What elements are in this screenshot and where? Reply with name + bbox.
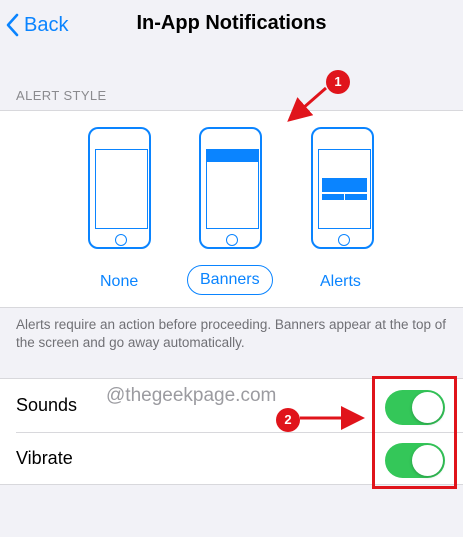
annotation-arrows (287, 86, 365, 430)
annotation-marker-1: 1 (326, 70, 350, 94)
annotation-marker-2: 2 (276, 408, 300, 432)
arrow-1 (287, 86, 327, 122)
